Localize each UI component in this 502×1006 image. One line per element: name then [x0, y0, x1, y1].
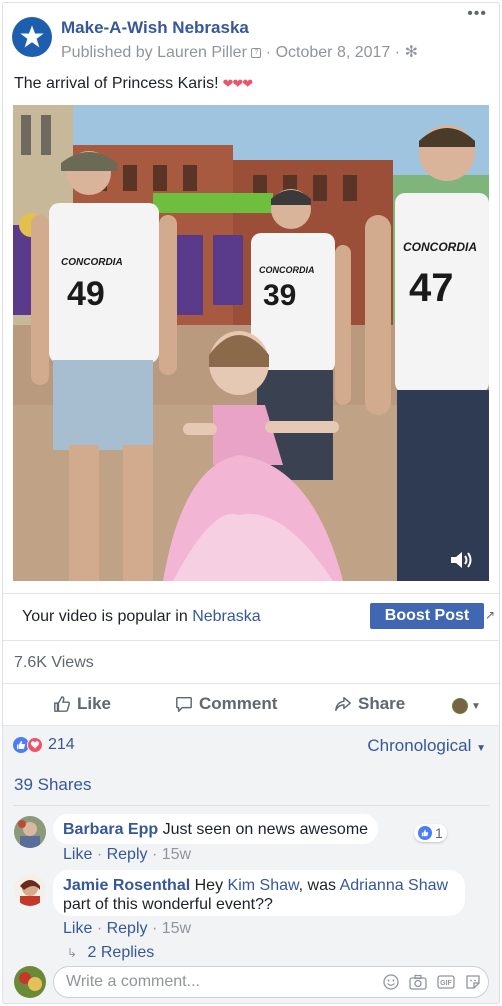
popular-location-link[interactable]: Nebraska	[192, 608, 260, 625]
gif-icon[interactable]: GIF	[437, 974, 455, 990]
post-actions-bar: Like Comment Share ▼	[3, 683, 499, 725]
mention-link[interactable]: Kim Shaw	[228, 877, 299, 894]
star-logo-icon	[20, 25, 44, 48]
comment-label: Comment	[199, 694, 278, 713]
sticker-icon[interactable]	[465, 974, 481, 990]
jersey-number: 47	[409, 266, 454, 310]
comment-actions: Like · Reply · 15w	[63, 920, 191, 938]
jersey-text: CONCORDIA	[61, 257, 123, 268]
share-label: Share	[358, 694, 406, 713]
more-options-icon[interactable]: •••	[467, 5, 487, 23]
replies-count: 2 Replies	[87, 944, 155, 961]
reactions-summary[interactable]: 214	[13, 736, 75, 754]
post-meta: Published by Lauren Piller ? · October 8…	[61, 42, 418, 62]
published-by[interactable]: Published by Lauren Piller	[61, 44, 247, 61]
chevron-down-icon: ▼	[471, 700, 481, 712]
svg-text:GIF: GIF	[440, 980, 452, 987]
audience-icon[interactable]: ✻	[405, 44, 418, 61]
divider	[13, 805, 489, 806]
camera-icon[interactable]	[409, 974, 427, 990]
jersey-number: 49	[67, 275, 105, 313]
video-frame: CONCORDIA 49 CONCORDIA 39 CONCORDIA 47	[13, 105, 489, 581]
info-icon[interactable]: ?	[251, 47, 262, 58]
comment-order-dropdown[interactable]: Chronological ▼	[367, 736, 486, 756]
comment-reply-link[interactable]: Reply	[107, 846, 148, 863]
post-text: The arrival of Princess Karis! ❤❤❤	[14, 75, 254, 93]
popular-banner: Your video is popular in Nebraska Boost …	[3, 593, 499, 641]
jersey-text: CONCORDIA	[259, 265, 315, 275]
composer-avatar	[14, 966, 46, 998]
comment-bubble: Jamie Rosenthal Hey Kim Shaw, was Adrian…	[53, 870, 465, 916]
jersey-number: 39	[263, 279, 296, 312]
separator-dot: ·	[96, 846, 107, 863]
like-reaction-icon	[418, 826, 432, 840]
separator-dot: ·	[394, 44, 405, 61]
popular-prefix: Your video is popular in	[22, 608, 188, 625]
comment-order-label: Chronological	[367, 736, 472, 755]
comment-like-count: 1	[435, 825, 443, 841]
comment-icon	[176, 696, 192, 712]
view-replies-link[interactable]: ↳ 2 Replies	[67, 944, 154, 962]
emoji-icon[interactable]	[383, 974, 399, 990]
love-reaction-icon	[27, 737, 43, 753]
reply-arrow-icon: ↳	[67, 946, 78, 960]
shares-count[interactable]: 39 Shares	[14, 775, 92, 795]
mention-link[interactable]: Adrianna Shaw	[340, 877, 449, 894]
post-header: Make-A-Wish Nebraska Published by Lauren…	[3, 3, 499, 69]
comment-text: , was	[298, 877, 336, 894]
page-name-link[interactable]: Make-A-Wish Nebraska	[61, 18, 249, 38]
comment-button[interactable]: Comment	[175, 694, 277, 714]
comment-author-link[interactable]: Barbara Epp	[63, 821, 158, 838]
comment-bubble: Barbara Epp Just seen on news awesome	[53, 814, 379, 844]
separator-dot: ·	[265, 44, 276, 61]
reaction-count: 214	[48, 736, 75, 753]
post-as-selector[interactable]: ▼	[452, 698, 481, 714]
commenter-avatar[interactable]	[14, 816, 46, 848]
comment-composer: Write a comment... GIF	[3, 963, 499, 1003]
composer-icons: GIF	[383, 974, 481, 990]
commenter-avatar[interactable]	[14, 874, 46, 906]
post-card: Make-A-Wish Nebraska Published by Lauren…	[2, 2, 500, 1004]
boost-post-button[interactable]: Boost Post	[370, 603, 484, 629]
like-button[interactable]: Like	[53, 694, 111, 714]
hearts-emoji: ❤❤❤	[222, 76, 254, 91]
comment-reply-link[interactable]: Reply	[107, 920, 148, 937]
comment-time[interactable]: 15w	[162, 920, 191, 937]
post-date[interactable]: October 8, 2017	[276, 44, 391, 61]
chevron-down-icon: ▼	[476, 743, 486, 754]
page-avatar[interactable]	[12, 17, 52, 57]
thumbs-up-icon	[54, 696, 71, 712]
comment-author-link[interactable]: Jamie Rosenthal	[63, 877, 190, 894]
separator-dot: ·	[151, 846, 162, 863]
comment-text: Hey	[194, 877, 224, 894]
volume-icon[interactable]	[449, 549, 475, 571]
comment-text: Just seen on news awesome	[162, 821, 369, 838]
comment-text: part of this wonderful event??	[63, 896, 273, 913]
boost-menu-icon[interactable]: ↗	[485, 608, 495, 622]
comment-like-link[interactable]: Like	[63, 920, 92, 937]
popular-text: Your video is popular in Nebraska	[22, 608, 261, 626]
like-label: Like	[77, 694, 112, 713]
share-icon	[335, 696, 351, 712]
share-button[interactable]: Share	[334, 694, 405, 714]
separator-dot: ·	[151, 920, 162, 937]
comment-time[interactable]: 15w	[162, 846, 191, 863]
page-avatar-small	[452, 698, 468, 714]
post-message: The arrival of Princess Karis!	[14, 75, 219, 92]
video-player[interactable]: CONCORDIA 49 CONCORDIA 39 CONCORDIA 47	[13, 105, 489, 581]
comment-actions: Like · Reply · 15w	[63, 846, 191, 864]
comments-section: 214 Chronological ▼ 39 Shares Barbara Ep…	[3, 725, 499, 1003]
separator-dot: ·	[96, 920, 107, 937]
views-count[interactable]: 7.6K Views	[14, 654, 94, 672]
jersey-text: CONCORDIA	[403, 240, 477, 254]
comment-like-badge[interactable]: 1	[414, 824, 447, 842]
comment-like-link[interactable]: Like	[63, 846, 92, 863]
